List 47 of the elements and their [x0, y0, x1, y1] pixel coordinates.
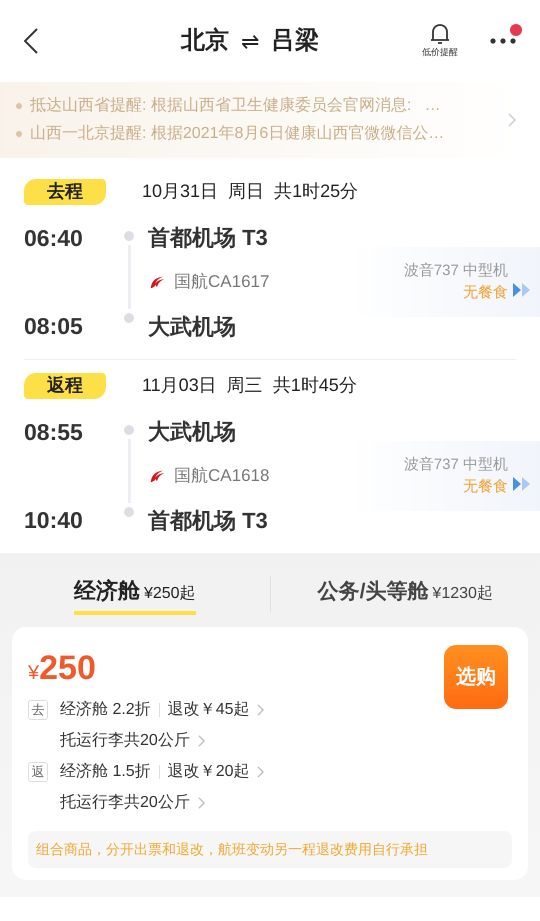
notice-text: 抵达山西省提醒: 根据山西省卫生健康委员会官网消息: …	[30, 96, 441, 116]
chevron-right-icon	[257, 766, 264, 778]
chevron-right-icon	[198, 797, 205, 809]
trip-tag: 去程	[24, 178, 106, 204]
cabin-tab[interactable]: 公务/头等舱 ¥1230起	[318, 576, 493, 612]
arrival-time: 10:40	[24, 506, 84, 534]
flight-number: 国航CA1618	[174, 465, 270, 488]
price-alert-button[interactable]: 低价提醒	[422, 22, 458, 60]
cabin-tab[interactable]: 经济舱 ¥250起	[74, 574, 196, 614]
arrival-airport: 大武机场	[148, 313, 237, 341]
back-icon[interactable]	[24, 28, 38, 54]
double-arrow-icon	[512, 476, 532, 492]
notice-text: 山西一北京提醒: 根据2021年8月6日健康山西官微微信公…	[30, 124, 444, 144]
price: 250	[39, 648, 96, 689]
refund-link[interactable]: 退改￥20起	[168, 760, 250, 784]
arrival-airport: 首都机场 T3	[148, 507, 269, 535]
departure-time: 06:40	[24, 224, 84, 253]
chevron-right-icon	[257, 704, 264, 716]
chevron-right-icon	[198, 735, 205, 747]
aircraft-type: 波音737 中型机	[404, 454, 508, 474]
chevron-right-icon	[508, 113, 516, 127]
swap-icon: ⇌	[241, 24, 259, 58]
double-arrow-icon	[512, 282, 532, 298]
segment-tag: 去	[28, 700, 48, 720]
segment-tag: 返	[28, 762, 48, 782]
fare-class: 经济舱 2.2折	[60, 700, 151, 720]
meal-info: 无餐食	[463, 477, 508, 497]
baggage-link[interactable]: 托运行李共20公斤	[60, 729, 190, 753]
departure-airport: 大武机场	[148, 418, 237, 446]
trip-tag: 返程	[24, 372, 106, 398]
trip-date: 11月03日 周三 共1时45分	[142, 374, 357, 397]
trip-date: 10月31日 周日 共1时25分	[142, 180, 358, 203]
meal-info: 无餐食	[463, 283, 508, 303]
departure-airport: 首都机场 T3	[148, 224, 269, 252]
refund-link[interactable]: 退改￥45起	[168, 698, 250, 722]
arrival-time: 08:05	[24, 312, 84, 340]
fare-class: 经济舱 1.5折	[60, 762, 151, 782]
combo-notice: 组合商品，分开出票和退改，航班变动另一程退改费用自行承担	[28, 831, 512, 868]
flight-number: 国航CA1617	[174, 271, 270, 294]
destination-city: 吕梁	[271, 26, 319, 56]
baggage-link[interactable]: 托运行李共20公斤	[60, 791, 190, 815]
aircraft-type: 波音737 中型机	[404, 260, 508, 280]
departure-time: 08:55	[24, 418, 84, 447]
bell-icon	[429, 22, 451, 46]
currency-symbol: ¥	[28, 661, 40, 686]
origin-city: 北京	[181, 26, 229, 56]
more-icon[interactable]	[490, 38, 516, 44]
